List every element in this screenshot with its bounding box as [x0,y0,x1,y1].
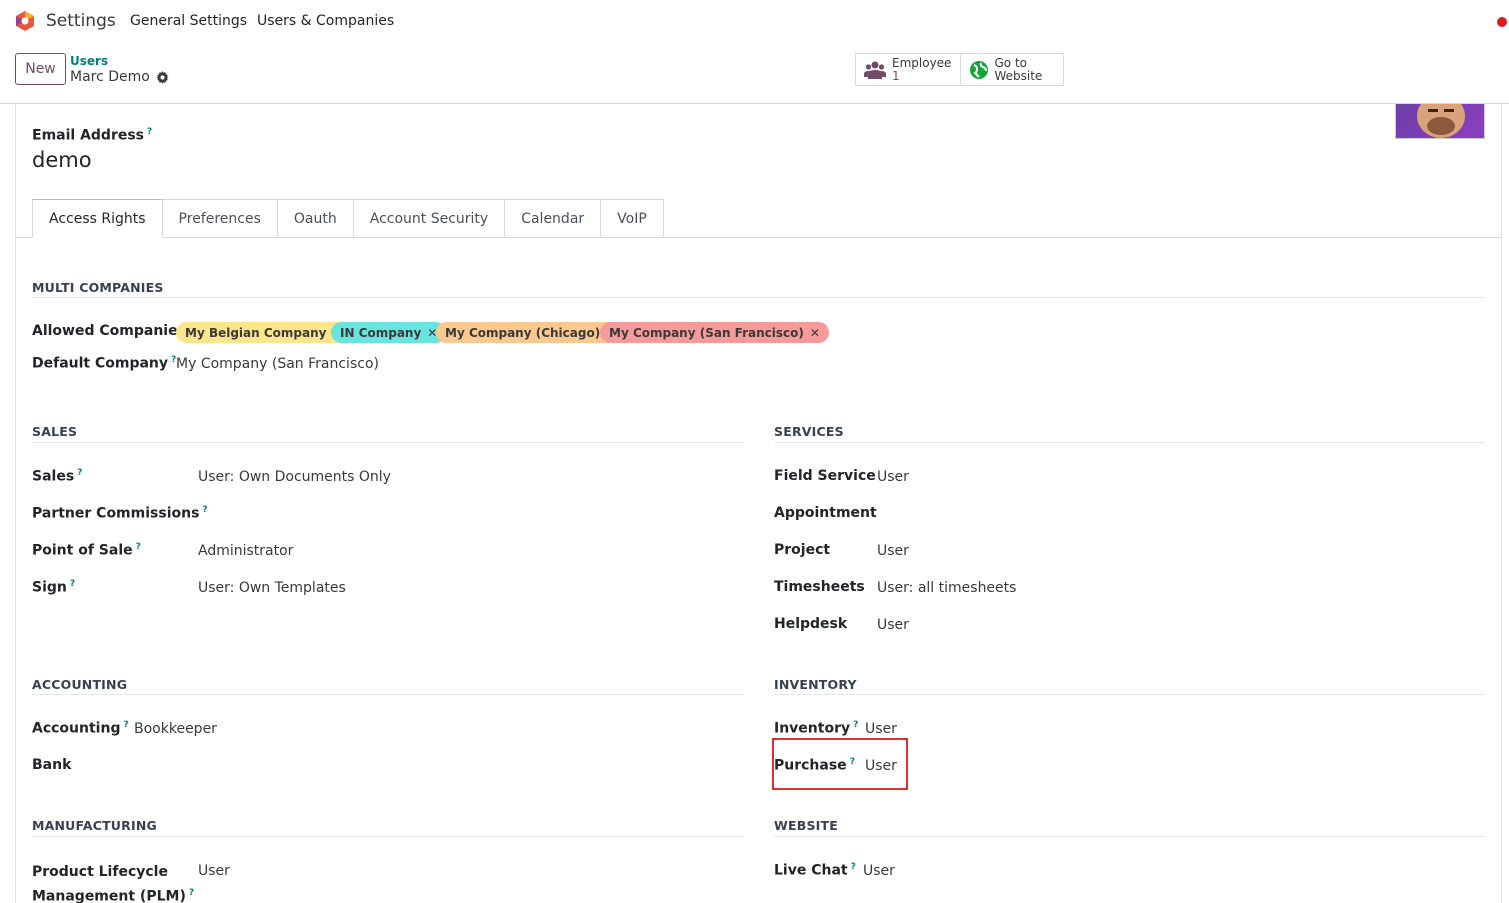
help-tooltip-icon[interactable]: ? [136,542,141,552]
tab-preferences[interactable]: Preferences [162,199,278,238]
partner-commissions-label: Partner Commissions? [32,505,208,522]
app-logo-icon[interactable] [14,10,36,32]
login-field[interactable]: demo [32,148,92,172]
notebook-tabs: Access Rights Preferences Oauth Account … [32,199,664,238]
users-icon [864,61,886,79]
point-of-sale-label: Point of Sale? [32,542,141,559]
section-divider [774,694,1485,695]
section-divider [774,836,1485,837]
purchase-highlight-box [772,738,908,790]
help-tooltip-icon[interactable]: ? [70,579,75,589]
company-tag[interactable]: My Company (Chicago)✕ [436,322,626,343]
go-to-label: Go to [994,55,1028,70]
tab-access-rights[interactable]: Access Rights [32,199,163,238]
section-title-accounting: ACCOUNTING [32,677,128,692]
section-divider [32,297,1485,298]
plm-label: Product Lifecycle Management (PLM)? [32,864,195,903]
remove-tag-icon[interactable]: ✕ [810,326,820,340]
tab-oauth[interactable]: Oauth [277,199,354,238]
section-title-website: WEBSITE [774,818,838,833]
notification-dot-icon[interactable] [1497,17,1507,27]
allowed-companies-label: Allowed Companies [32,323,186,339]
helpdesk-field[interactable]: User [877,617,909,633]
breadcrumb-current: Marc Demo [70,69,169,85]
help-tooltip-icon[interactable]: ? [189,888,194,898]
help-tooltip-icon[interactable]: ? [123,720,128,730]
plm-field[interactable]: User [198,863,230,879]
email-address-label: Email Address? [32,127,153,144]
project-label: Project [774,542,831,558]
top-navbar: Settings General Settings Users & Compan… [0,0,1509,44]
section-divider [32,836,743,837]
menu-general-settings[interactable]: General Settings [130,13,247,29]
section-title-sales: SALES [32,424,78,439]
app-title[interactable]: Settings [46,11,116,31]
tab-voip[interactable]: VoIP [601,199,664,238]
company-tag[interactable]: IN Company ✕ [331,322,447,343]
tab-calendar[interactable]: Calendar [505,199,602,238]
section-title-services: SERVICES [774,424,844,439]
live-chat-label: Live Chat? [774,862,856,879]
section-divider [32,442,743,443]
default-company-field[interactable]: My Company (San Francisco) [176,356,379,372]
inventory-field[interactable]: User [865,721,897,737]
inventory-label: Inventory? [774,720,859,737]
employee-smart-button[interactable]: Employee 1 [856,54,960,85]
avatar-image-icon [1417,104,1465,138]
sign-field[interactable]: User: Own Templates [198,580,346,596]
help-tooltip-icon[interactable]: ? [147,127,152,137]
sign-label: Sign? [32,579,76,596]
gear-icon[interactable] [155,70,169,84]
menu-users-companies[interactable]: Users & Companies [257,13,394,29]
record-name: Marc Demo [70,69,150,85]
breadcrumb-users[interactable]: Users [70,54,108,68]
appointment-label: Appointment [774,505,877,521]
help-tooltip-icon[interactable]: ? [77,468,82,478]
globe-icon [969,60,988,79]
go-to-website-button[interactable]: Go to Website [959,54,1064,85]
tab-account-security[interactable]: Account Security [353,199,506,238]
section-title-inventory: INVENTORY [774,677,857,692]
help-tooltip-icon[interactable]: ? [202,505,207,515]
user-avatar[interactable] [1395,104,1485,139]
timesheets-field[interactable]: User: all timesheets [877,580,1016,596]
help-tooltip-icon[interactable]: ? [853,720,858,730]
sales-field[interactable]: User: Own Documents Only [198,469,391,485]
point-of-sale-field[interactable]: Administrator [198,543,293,559]
employee-label: Employee [892,55,952,70]
website-label: Website [994,68,1043,83]
smart-buttons: Employee 1 Go to Website [855,53,1064,86]
default-company-label: Default Company? [32,355,177,372]
field-service-label: Field Service [774,468,876,484]
section-divider [774,442,1485,443]
sales-label: Sales? [32,468,83,485]
employee-count: 1 [892,68,900,83]
project-field[interactable]: User [877,543,909,559]
help-tooltip-icon[interactable]: ? [851,862,856,872]
field-service-field[interactable]: User [877,469,909,485]
accounting-label: Accounting? [32,720,129,737]
company-tag[interactable]: My Belgian Company✕ [176,322,352,343]
timesheets-label: Timesheets [774,579,865,595]
section-title-multi-companies: MULTI COMPANIES [32,280,164,295]
company-tag[interactable]: My Company (San Francisco) ✕ [600,322,829,343]
helpdesk-label: Helpdesk [774,616,848,632]
new-button[interactable]: New [15,53,66,85]
bank-label: Bank [32,757,72,773]
accounting-field[interactable]: Bookkeeper [134,721,217,737]
section-title-manufacturing: MANUFACTURING [32,818,157,833]
section-divider [32,694,743,695]
live-chat-field[interactable]: User [863,863,895,879]
